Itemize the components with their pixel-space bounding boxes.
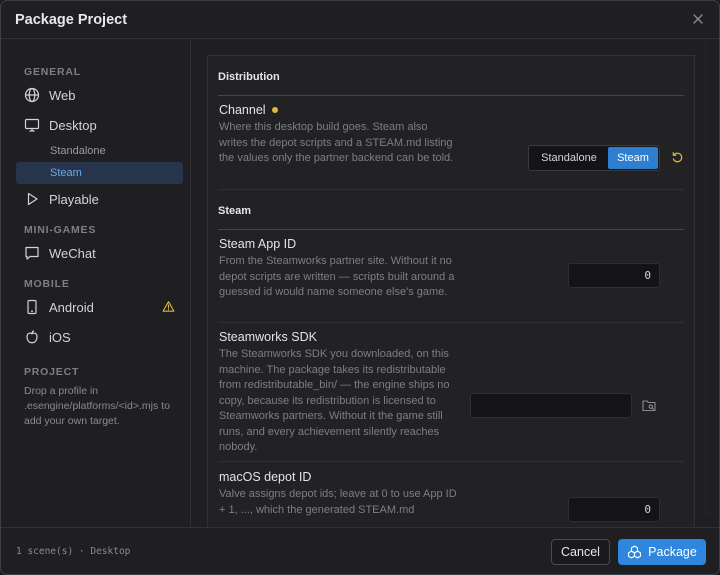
modified-indicator-dot [271, 106, 278, 113]
sidebar-item-wechat[interactable]: WeChat [1, 238, 190, 268]
settings-scrollbar[interactable] [704, 41, 708, 515]
sidebar-item-ios[interactable]: iOS [1, 322, 190, 352]
channel-option-steam[interactable]: Steam [608, 147, 658, 169]
phone-icon [23, 298, 41, 316]
row-divider [218, 461, 684, 462]
settings-card: Distribution Channel Where this desktop … [207, 55, 695, 527]
sidebar-item-playable[interactable]: Playable [1, 184, 190, 214]
steamworks-sdk-description: The Steamworks SDK you downloaded, on th… [219, 348, 450, 453]
macos-depot-id-label: macOS depot ID [219, 470, 312, 484]
warning-icon [162, 300, 175, 316]
section-project: PROJECT [24, 366, 80, 378]
steamworks-sdk-path-input[interactable] [470, 393, 632, 418]
sidebar-subitem-standalone[interactable]: Standalone [16, 140, 183, 162]
footer-status-text: 1 scene(s) · Desktop [16, 546, 131, 557]
sidebar-subitem-steam[interactable]: Steam [16, 162, 183, 184]
play-icon [23, 190, 41, 208]
channel-description: Where this desktop build goes. Steam als… [219, 121, 454, 164]
steam-app-id-label: Steam App ID [219, 237, 297, 251]
section-mobile: MOBILE [24, 278, 70, 290]
steam-app-id-input[interactable]: 0 [568, 263, 660, 288]
macos-depot-id-input[interactable]: 0 [568, 497, 660, 522]
section-mini-games: MINI-GAMES [24, 224, 97, 236]
row-divider [218, 322, 684, 323]
dialog-title: Package Project [15, 11, 128, 28]
sidebar-item-label: iOS [49, 329, 71, 345]
sidebar-item-web[interactable]: Web [1, 80, 190, 110]
settings-panel[interactable]: Distribution Channel Where this desktop … [192, 40, 719, 527]
package-button[interactable]: Package [618, 539, 706, 565]
sidebar-item-android[interactable]: Android [1, 292, 190, 322]
channel-segmented-control[interactable]: Standalone Steam [528, 145, 660, 171]
steamworks-sdk-label: Steamworks SDK [219, 330, 317, 344]
channel-option-standalone[interactable]: Standalone [530, 147, 608, 169]
channel-label-text: Channel [219, 103, 266, 117]
apple-icon [23, 328, 41, 346]
reset-icon[interactable] [671, 151, 684, 169]
dialog-titlebar: Package Project [1, 1, 719, 39]
row-divider [218, 189, 684, 190]
macos-depot-id-description: Valve assigns depot ids; leave at 0 to u… [219, 488, 457, 516]
project-hint-text: Drop a profile in .esengine/platforms/<i… [24, 385, 170, 427]
sidebar-item-label: Playable [49, 191, 99, 207]
dialog-footer: 1 scene(s) · Desktop Cancel Package [1, 527, 719, 574]
section-general: GENERAL [24, 66, 81, 78]
monitor-icon [23, 116, 41, 134]
globe-icon [23, 86, 41, 104]
platform-sidebar: GENERAL Web Desktop Standalone Steam Pla… [1, 40, 191, 527]
channel-field-label: Channel [219, 103, 278, 117]
sidebar-item-label: Web [49, 87, 76, 103]
package-icon [627, 545, 642, 559]
sidebar-item-label: WeChat [49, 245, 96, 261]
close-icon[interactable] [691, 12, 705, 26]
sidebar-item-label: Desktop [49, 117, 97, 133]
package-button-label: Package [648, 545, 697, 559]
sidebar-item-desktop[interactable]: Desktop [1, 110, 190, 140]
sidebar-item-label: Android [49, 299, 94, 315]
section-heading-steam: Steam [218, 205, 684, 230]
steam-app-id-description: From the Steamworks partner site. Withou… [219, 255, 455, 298]
folder-icon[interactable] [642, 399, 656, 417]
chat-bubble-icon [23, 244, 41, 262]
cancel-button[interactable]: Cancel [551, 539, 610, 565]
package-project-dialog: Package Project GENERAL Web Desktop Stan… [0, 0, 720, 575]
section-heading-distribution: Distribution [218, 71, 684, 96]
